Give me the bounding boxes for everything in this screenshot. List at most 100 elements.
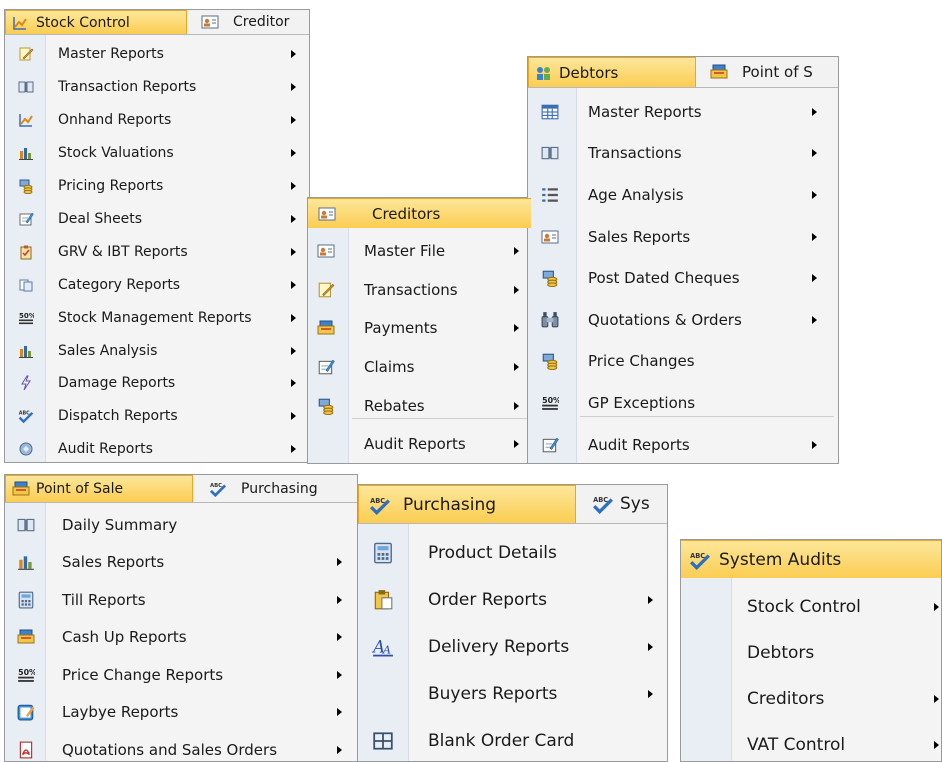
tab-system-audits[interactable]: ABC Sys — [586, 485, 667, 523]
submenu-arrow-icon — [291, 247, 296, 256]
menu-item-label: Master File — [364, 242, 446, 261]
tab-stock-control[interactable]: Stock Control — [5, 10, 187, 34]
menu-item-sales-reports[interactable]: Sales Reports — [5, 544, 357, 582]
menu-item-payments[interactable]: Payments — [308, 309, 531, 348]
menu-item-label: Debtors — [747, 643, 815, 663]
menu-item-grv-ibt-reports[interactable]: GRV & IBT Reports — [5, 235, 309, 268]
cash-register-icon — [12, 481, 30, 497]
menu-item-quotations-and-sales-orders[interactable]: Quotations and Sales Orders — [5, 731, 357, 761]
submenu-arrow-icon — [291, 379, 296, 388]
menu-item-delivery-reports[interactable]: A A Delivery Reports — [358, 623, 667, 670]
menu-item-order-reports[interactable]: Order Reports — [358, 576, 667, 623]
menu-item-label: Claims — [364, 358, 415, 377]
debtors-menu: Debtors Point of S Master Reports Transac… — [527, 56, 839, 464]
percent-icon: 50% — [541, 394, 559, 412]
tab-label: Purchasing — [241, 480, 318, 497]
tab-point-of-sale[interactable]: Point of Sale — [5, 475, 193, 502]
menu-item-rebates[interactable]: Rebates — [308, 386, 531, 425]
menu-item-label: Transactions — [588, 144, 682, 163]
menu-item-creditors[interactable]: Creditors — [681, 676, 941, 722]
tab-debtors[interactable]: Debtors — [528, 57, 696, 87]
menu-item-label: Rebates — [364, 396, 425, 415]
menu-item-damage-reports[interactable]: Damage Reports — [5, 367, 309, 400]
submenu-arrow-icon — [337, 670, 342, 679]
menu-item-cash-up-reports[interactable]: Cash Up Reports — [5, 619, 357, 657]
menu-item-pricing-reports[interactable]: Pricing Reports — [5, 170, 309, 203]
menu-item-till-reports[interactable]: Till Reports — [5, 581, 357, 619]
submenu-arrow-icon — [291, 116, 296, 125]
percent-icon: 50% — [17, 666, 35, 684]
line-chart-icon — [12, 15, 30, 31]
creditors-title[interactable]: Creditors — [308, 198, 531, 228]
menu-item-label: Stock Control — [747, 597, 861, 617]
pencil-note-icon — [317, 281, 335, 299]
submenu-arrow-icon — [648, 689, 653, 698]
list-icon — [541, 186, 559, 204]
submenu-arrow-icon — [337, 745, 342, 754]
menu-item-audit-reports[interactable]: Audit Reports — [528, 424, 838, 463]
menu-item-price-changes[interactable]: Price Changes — [528, 341, 838, 383]
menu-separator — [580, 416, 834, 418]
menu-item-label: Quotations and Sales Orders — [62, 740, 278, 759]
menu-item-category-reports[interactable]: Category Reports — [5, 268, 309, 301]
menu-item-master-reports[interactable]: Master Reports — [528, 91, 838, 133]
id-card-icon — [541, 228, 559, 246]
menu-item-sales-analysis[interactable]: Sales Analysis — [5, 334, 309, 367]
submenu-arrow-icon — [291, 214, 296, 223]
menu-item-post-dated-cheques[interactable]: Post Dated Cheques — [528, 257, 838, 299]
menu-item-sales-reports[interactable]: Sales Reports — [528, 216, 838, 258]
purchasing-menu: ABC Purchasing ABC Sys Product Details Or… — [357, 484, 668, 762]
menu-item-quotations-orders[interactable]: Quotations & Orders — [528, 299, 838, 341]
grid-icon — [372, 730, 394, 752]
table-icon — [541, 103, 559, 121]
tab-purchasing[interactable]: ABC Purchasing — [203, 475, 357, 502]
notepad-icon — [17, 703, 35, 721]
menu-item-stock-valuations[interactable]: Stock Valuations — [5, 137, 309, 170]
system-audits-title[interactable]: ABC System Audits — [681, 540, 941, 578]
tab-point-of-sale[interactable]: Point of S — [704, 57, 838, 87]
submenu-arrow-icon — [337, 708, 342, 717]
menu-item-master-reports[interactable]: Master Reports — [5, 38, 309, 71]
menu-item-daily-summary[interactable]: Daily Summary — [5, 506, 357, 544]
menu-item-deal-sheets[interactable]: Deal Sheets — [5, 203, 309, 236]
tab-creditors[interactable]: Creditor — [195, 10, 309, 34]
bar-chart-icon — [18, 343, 34, 359]
tab-purchasing[interactable]: ABC Purchasing — [358, 485, 576, 523]
menu-item-transactions[interactable]: Transactions — [308, 271, 531, 310]
menu-item-blank-order-card[interactable]: Blank Order Card — [358, 717, 667, 761]
menu-item-stock-management-reports[interactable]: 50% Stock Management Reports — [5, 301, 309, 334]
menu-item-product-details[interactable]: Product Details — [358, 529, 667, 576]
menu-item-label: Stock Valuations — [58, 145, 174, 162]
menu-item-transactions[interactable]: Transactions — [528, 133, 838, 175]
menu-item-master-file[interactable]: Master File — [308, 232, 531, 271]
menu-item-label: Price Changes — [588, 352, 695, 371]
menu-item-laybye-reports[interactable]: Laybye Reports — [5, 694, 357, 732]
menu-item-age-analysis[interactable]: Age Analysis — [528, 174, 838, 216]
menu-item-price-change-reports[interactable]: 50% Price Change Reports — [5, 656, 357, 694]
menu-item-audit-reports[interactable]: Audit Reports — [5, 433, 309, 462]
menu-item-label: Transaction Reports — [58, 79, 197, 96]
menu-item-debtors[interactable]: Debtors — [681, 630, 941, 676]
submenu-arrow-icon — [934, 603, 939, 611]
menu-item-vat-control[interactable]: VAT Control — [681, 722, 941, 761]
creditors-menu: Creditors Master File Transactions Payment… — [307, 197, 532, 464]
submenu-arrow-icon — [337, 558, 342, 567]
cash-register-icon — [17, 628, 35, 646]
menu-item-onhand-reports[interactable]: Onhand Reports — [5, 104, 309, 137]
submenu-arrow-icon — [514, 324, 519, 333]
menu-item-dispatch-reports[interactable]: ABC Dispatch Reports — [5, 400, 309, 433]
menu-item-stock-control[interactable]: Stock Control — [681, 584, 941, 630]
menu-item-label: Onhand Reports — [58, 112, 172, 129]
stock-control-menu: Stock Control Creditor Master Reports Tra… — [4, 9, 310, 463]
menu-item-audit-reports[interactable]: Audit Reports — [308, 425, 531, 463]
menu-item-buyers-reports[interactable]: Buyers Reports — [358, 670, 667, 717]
menu-item-claims[interactable]: Claims — [308, 348, 531, 387]
font-a-icon: AA — [372, 636, 394, 658]
menu-item-label: Quotations & Orders — [588, 310, 742, 329]
menu-item-transaction-reports[interactable]: Transaction Reports — [5, 71, 309, 104]
menu-item-label: Audit Reports — [588, 435, 690, 454]
cash-register-icon — [317, 319, 335, 337]
tab-bar: Debtors Point of S — [528, 57, 838, 88]
menu-item-gp-exceptions[interactable]: 50% GP Exceptions — [528, 382, 838, 424]
menu-item-label: Post Dated Cheques — [588, 269, 740, 288]
